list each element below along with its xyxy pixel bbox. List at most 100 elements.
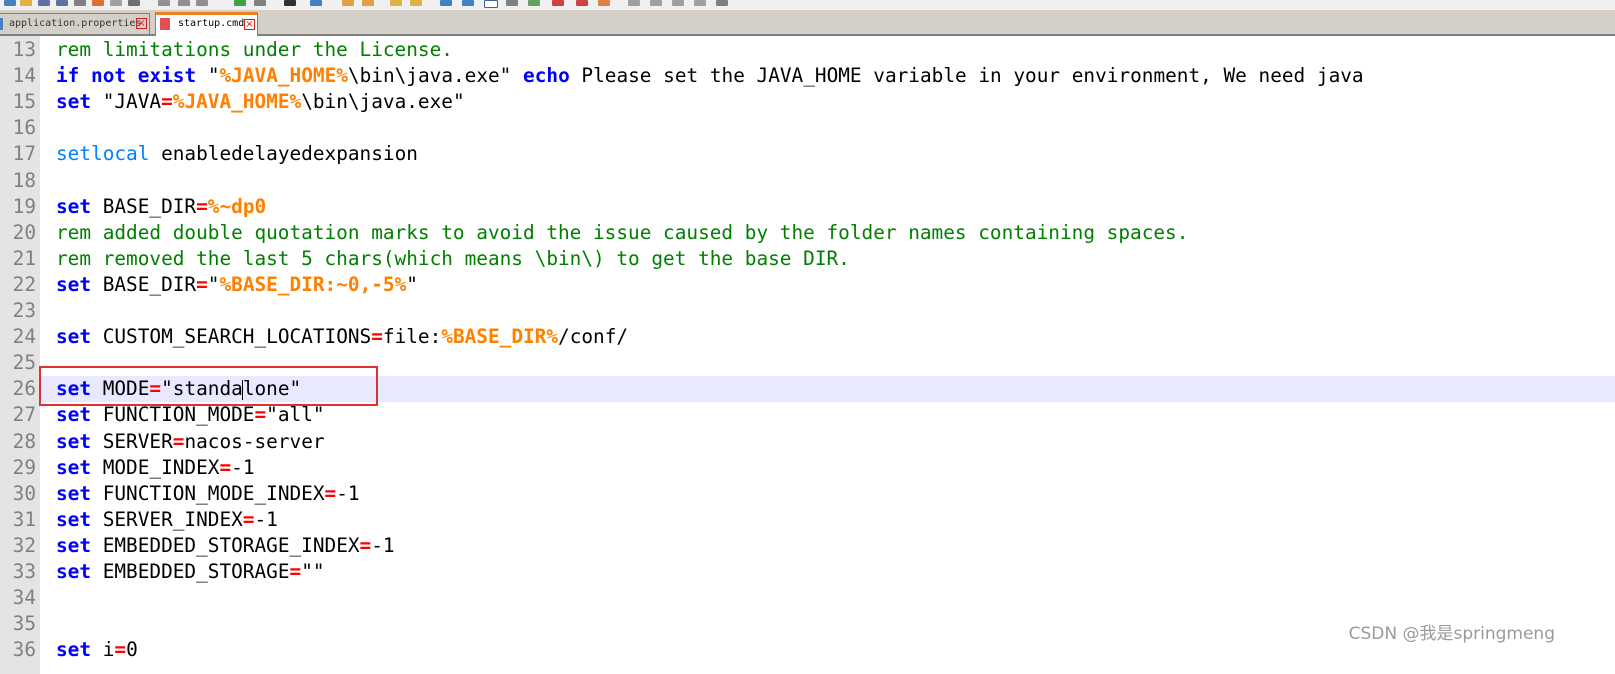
line-number: 18 [0, 167, 40, 194]
code-line[interactable]: 28 set SERVER=nacos-server [0, 428, 1615, 455]
code-token: not [91, 64, 127, 88]
code-line[interactable]: 13 rem limitations under the License. [0, 37, 1615, 63]
toolbar-icon[interactable] [650, 0, 662, 6]
code-token: Please set the JAVA_HOME variable in you… [569, 64, 1364, 88]
toolbar-icon[interactable] [628, 0, 640, 6]
code-line[interactable]: 17 setlocal enabledelayedexpansion [0, 141, 1615, 168]
code-line[interactable]: 34 [0, 585, 1615, 612]
toolbar-icon[interactable] [284, 0, 296, 6]
line-number: 19 [0, 193, 40, 220]
toolbar-icon[interactable] [694, 0, 706, 6]
code-token: EMBEDDED_STORAGE [91, 560, 290, 583]
code-line[interactable]: 22 set BASE_DIR="%BASE_DIR:~0,-5%" [0, 271, 1615, 298]
toolbar-icon[interactable] [74, 0, 86, 6]
code-editor[interactable]: 13 rem limitations under the License. 14 if… [0, 36, 1615, 674]
line-number: 34 [0, 585, 40, 612]
code-line[interactable]: 23 [0, 298, 1615, 324]
toolbar-icon[interactable] [56, 0, 68, 6]
code-token: echo [523, 64, 570, 88]
code-token: set [56, 403, 92, 427]
toolbar-icon[interactable] [528, 0, 540, 6]
code-token: "all" [266, 403, 325, 427]
code-token: = [254, 403, 267, 427]
code-token: = [371, 325, 383, 349]
code-text: rem added double quotation marks to avoi… [56, 220, 1188, 246]
toolbar-icon[interactable] [38, 0, 50, 6]
code-line[interactable]: 30 set FUNCTION_MODE_INDEX=-1 [0, 480, 1615, 507]
code-line[interactable]: 24 set CUSTOM_SEARCH_LOCATIONS=file:%BASE… [0, 324, 1615, 351]
toolbar-icon[interactable] [576, 0, 588, 6]
code-line[interactable]: 15 set "JAVA=%JAVA_HOME%\bin\java.exe" [0, 89, 1615, 116]
toolbar-icon[interactable] [178, 0, 190, 6]
code-line[interactable]: 27 set FUNCTION_MODE="all" [0, 402, 1615, 429]
code-token: = [114, 638, 127, 662]
code-line[interactable]: 32 set EMBEDDED_STORAGE_INDEX=-1 [0, 532, 1615, 559]
code-line[interactable]: 21 rem removed the last 5 chars(which mea… [0, 245, 1615, 272]
toolbar-icon[interactable] [196, 0, 208, 6]
line-number: 31 [0, 506, 40, 533]
toolbar-icon[interactable] [342, 0, 354, 6]
toolbar-icon[interactable] [110, 0, 122, 6]
toolbar-icon[interactable] [254, 0, 266, 6]
code-line[interactable]: 18 [0, 167, 1615, 194]
toolbar-icon[interactable] [390, 0, 402, 6]
toolbar-icon[interactable] [92, 0, 104, 6]
toolbar-icon[interactable] [506, 0, 518, 6]
code-token: %~dp0 [207, 194, 267, 218]
tab-startup-cmd[interactable]: startup.cmd × [155, 12, 258, 36]
code-token: -1 [336, 481, 360, 505]
code-token: = [161, 90, 173, 114]
code-token: %BASE_DIR:~0,-5% [219, 272, 407, 296]
toolbar-icon[interactable] [310, 0, 322, 6]
toolbar-icon[interactable] [598, 0, 610, 6]
toolbar-icon[interactable] [484, 0, 498, 8]
toolbar-icon[interactable] [440, 0, 452, 6]
code-token: 0 [126, 638, 138, 662]
code-line[interactable]: 29 set MODE_INDEX=-1 [0, 454, 1615, 481]
toolbar-icon[interactable] [362, 0, 374, 6]
toolbar-icon[interactable] [158, 0, 170, 6]
code-token: rem removed the last 5 chars(which means… [56, 246, 850, 270]
code-line[interactable]: 33 set EMBEDDED_STORAGE="" [0, 559, 1615, 585]
tab-application-properties[interactable]: application.properties × [0, 13, 150, 34]
code-line[interactable]: 31 set SERVER_INDEX=-1 [0, 506, 1615, 533]
code-token: set [56, 455, 92, 479]
code-token: -1 [254, 507, 278, 531]
code-token: exist [137, 64, 197, 88]
code-token: = [196, 194, 208, 218]
toolbar-icon[interactable] [410, 0, 422, 6]
code-line[interactable]: 19 set BASE_DIR=%~dp0 [0, 193, 1615, 220]
toolbar-icon[interactable] [716, 0, 728, 6]
code-line[interactable]: 14 if not exist "%JAVA_HOME%\bin\java.exe… [0, 63, 1615, 90]
toolbar-icon[interactable] [4, 0, 16, 6]
code-text: set FUNCTION_MODE_INDEX=-1 [56, 481, 360, 507]
line-number: 20 [0, 219, 40, 246]
close-icon[interactable]: × [244, 19, 255, 30]
code-text: rem removed the last 5 chars(which means… [56, 246, 850, 272]
tab-bar: application.properties × startup.cmd × [0, 10, 1615, 36]
toolbar-icon[interactable] [462, 0, 474, 6]
code-token: = [196, 272, 208, 296]
code-token: = [219, 455, 232, 479]
close-icon[interactable]: × [136, 18, 147, 29]
code-token: = [172, 429, 185, 453]
toolbar-icon[interactable] [128, 0, 140, 6]
code-token: "JAVA [91, 90, 162, 114]
code-line[interactable]: 16 [0, 115, 1615, 142]
code-token: " [406, 272, 418, 296]
toolbar-icon[interactable] [672, 0, 684, 6]
code-token: if [56, 64, 80, 88]
code-line[interactable]: 20 rem added double quotation marks to av… [0, 219, 1615, 246]
toolbar-icon[interactable] [552, 0, 564, 6]
code-text: if not exist "%JAVA_HOME%\bin\java.exe" … [56, 63, 1364, 89]
toolbar-icon[interactable] [234, 0, 246, 6]
line-number: 28 [0, 428, 40, 455]
file-icon [0, 18, 3, 30]
code-token: i [91, 638, 115, 662]
code-token: /conf/ [558, 325, 629, 349]
toolbar-icon[interactable] [20, 0, 32, 6]
watermark: CSDN @我是springmeng [1348, 624, 1555, 644]
code-text: set BASE_DIR=%~dp0 [56, 194, 266, 220]
tab-label: application.properties [9, 18, 142, 29]
code-token: set [56, 560, 92, 583]
